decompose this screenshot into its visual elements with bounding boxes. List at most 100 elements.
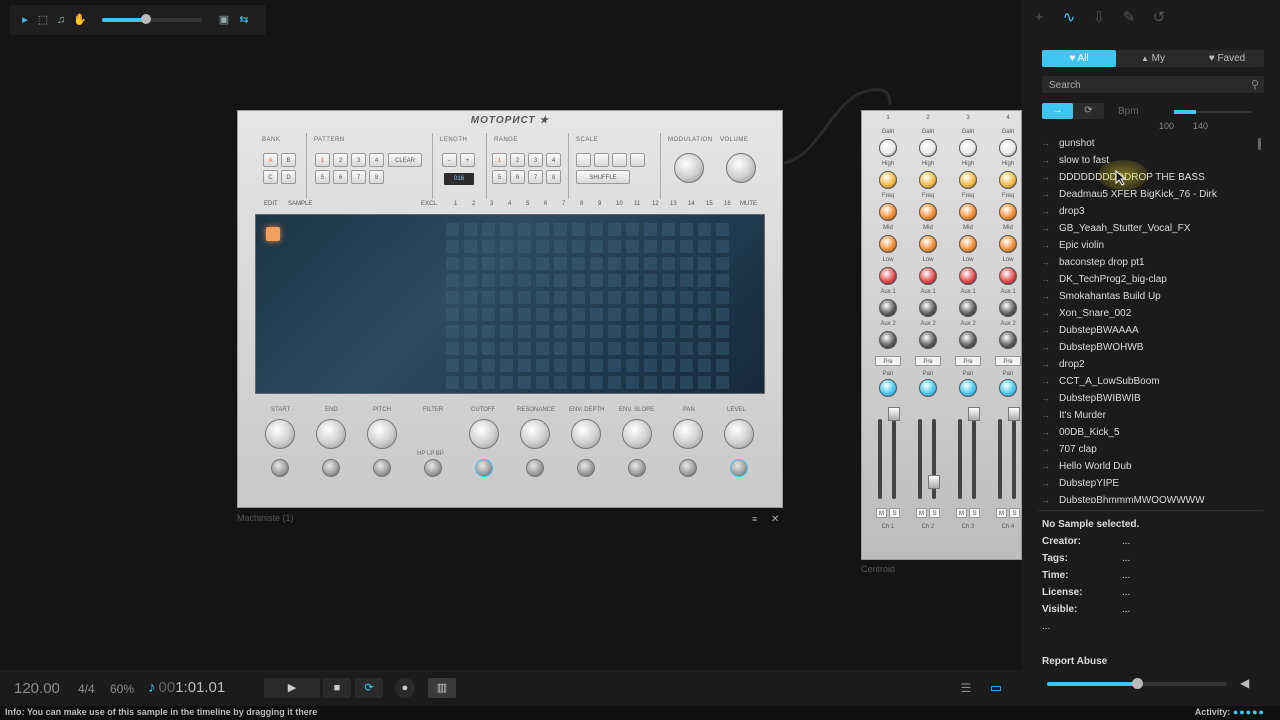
bpm-range-slider[interactable] [1172, 110, 1252, 114]
step-cell[interactable] [482, 359, 495, 372]
freq-knob[interactable] [999, 203, 1017, 221]
step-cell[interactable] [500, 240, 513, 253]
step-cell[interactable] [698, 274, 711, 287]
step-cell[interactable] [662, 223, 675, 236]
aux2-knob[interactable] [999, 331, 1017, 349]
step-cell[interactable] [500, 359, 513, 372]
step-cell[interactable] [518, 223, 531, 236]
zoom-slider[interactable] [102, 14, 202, 24]
step-cell[interactable] [590, 376, 603, 389]
step-cell[interactable] [680, 376, 693, 389]
sample-list-item[interactable]: → drop2 [1038, 356, 1260, 373]
device-close-icon[interactable]: ✕ [771, 514, 779, 525]
step-cell[interactable] [662, 291, 675, 304]
solo-button[interactable]: S [889, 508, 900, 518]
aux1-knob[interactable] [999, 299, 1017, 317]
speaker-icon[interactable]: ◀ [1240, 676, 1249, 690]
pan-mod-knob[interactable] [679, 459, 697, 477]
step-cell[interactable] [500, 291, 513, 304]
step-cell[interactable] [608, 359, 621, 372]
gain-knob[interactable] [999, 139, 1017, 157]
stop-button[interactable]: ■ [323, 678, 351, 698]
step-cell[interactable] [626, 223, 639, 236]
step-cell[interactable] [662, 308, 675, 321]
step-cell[interactable] [536, 325, 549, 338]
position-display[interactable]: ♪ 001:01.01 [148, 679, 225, 696]
step-cell[interactable] [536, 342, 549, 355]
range-pad-8[interactable]: 8 [546, 170, 561, 184]
step-cell[interactable] [572, 359, 585, 372]
step-cell[interactable] [572, 274, 585, 287]
sample-list-item[interactable]: → slow to fast [1038, 152, 1260, 169]
loop-toggle[interactable]: ⟳ [1073, 103, 1104, 119]
step-cell[interactable] [716, 325, 729, 338]
pattern-pad-2[interactable]: 2 [333, 153, 348, 167]
scale-pad-4[interactable] [630, 153, 645, 167]
step-cell[interactable] [680, 291, 693, 304]
step-cell[interactable] [572, 376, 585, 389]
channel-fader[interactable] [1008, 407, 1020, 421]
step-cell[interactable] [464, 274, 477, 287]
sample-list-item[interactable]: → DubstepBWIBWIB [1038, 390, 1260, 407]
tab-my[interactable]: ▲ My [1116, 50, 1190, 67]
step-cell[interactable] [698, 291, 711, 304]
sample-list-item[interactable]: → It's Murder [1038, 407, 1260, 424]
end-knob[interactable] [316, 419, 346, 449]
pattern-pad-5[interactable]: 5 [315, 170, 330, 184]
step-cell[interactable] [680, 274, 693, 287]
mute-button[interactable]: M [996, 508, 1007, 518]
pre-button[interactable]: Pre [955, 356, 981, 366]
step-cell[interactable] [446, 325, 459, 338]
time-signature-display[interactable]: 4/4 [78, 682, 95, 696]
step-cell[interactable] [716, 240, 729, 253]
samples-waveform-icon[interactable]: ∿ [1060, 9, 1078, 27]
range-pad-7[interactable]: 7 [528, 170, 543, 184]
step-cell[interactable] [482, 342, 495, 355]
level-mod-knob[interactable] [730, 459, 748, 477]
sample-list-item[interactable]: → 00DB_Kick_5 [1038, 424, 1260, 441]
step-cell[interactable] [662, 359, 675, 372]
pre-button[interactable]: Pre [915, 356, 941, 366]
freq-knob[interactable] [879, 203, 897, 221]
step-cell[interactable] [626, 257, 639, 270]
start-mod-knob[interactable] [271, 459, 289, 477]
step-cell[interactable] [716, 291, 729, 304]
list-view-icon[interactable]: ☰ [955, 678, 977, 698]
step-cell[interactable] [680, 257, 693, 270]
play-button[interactable]: ▶ [264, 678, 320, 698]
env-depth-mod-knob[interactable] [577, 459, 595, 477]
sample-list-item[interactable]: → DubstepBhmmmMWOOWWWW [1038, 492, 1260, 503]
bank-pad-a[interactable]: A [263, 153, 278, 167]
step-cell[interactable] [608, 325, 621, 338]
step-cell[interactable] [698, 342, 711, 355]
step-cell[interactable] [698, 359, 711, 372]
hand-tool-icon[interactable]: ✋ [73, 14, 87, 26]
headphones-icon[interactable]: ♫ [55, 14, 67, 26]
select-tool-icon[interactable]: ⬚ [37, 14, 49, 26]
filter-mode-knob[interactable] [424, 459, 442, 477]
step-cell[interactable] [698, 223, 711, 236]
sample-list-item[interactable]: →DDDDDDDDDDROP THE BASS [1038, 169, 1260, 186]
search-icon[interactable]: ⚲ [1251, 78, 1259, 91]
sample-list-item[interactable]: → Epic violin [1038, 237, 1260, 254]
step-cell[interactable] [500, 257, 513, 270]
step-cell[interactable] [662, 376, 675, 389]
step-cell[interactable] [626, 325, 639, 338]
step-cell[interactable] [644, 342, 657, 355]
device-menu-icon[interactable]: ≡ [752, 514, 757, 524]
step-cell[interactable] [716, 257, 729, 270]
step-cell[interactable] [698, 325, 711, 338]
sample-list-scrollbar[interactable] [1258, 138, 1261, 150]
machiniste-device[interactable]: МОТОРИСТ ★ BANK A B C D PATTERN 1 2 3 4 … [237, 110, 783, 508]
step-cell[interactable] [644, 291, 657, 304]
cutoff-knob[interactable] [469, 419, 499, 449]
step-cell[interactable] [482, 257, 495, 270]
step-cell[interactable] [536, 257, 549, 270]
step-cell[interactable] [626, 291, 639, 304]
step-cell[interactable] [464, 240, 477, 253]
step-cell[interactable] [482, 325, 495, 338]
step-cell[interactable] [518, 274, 531, 287]
step-cell[interactable] [500, 325, 513, 338]
step-cell[interactable] [464, 359, 477, 372]
step-cell[interactable] [446, 240, 459, 253]
